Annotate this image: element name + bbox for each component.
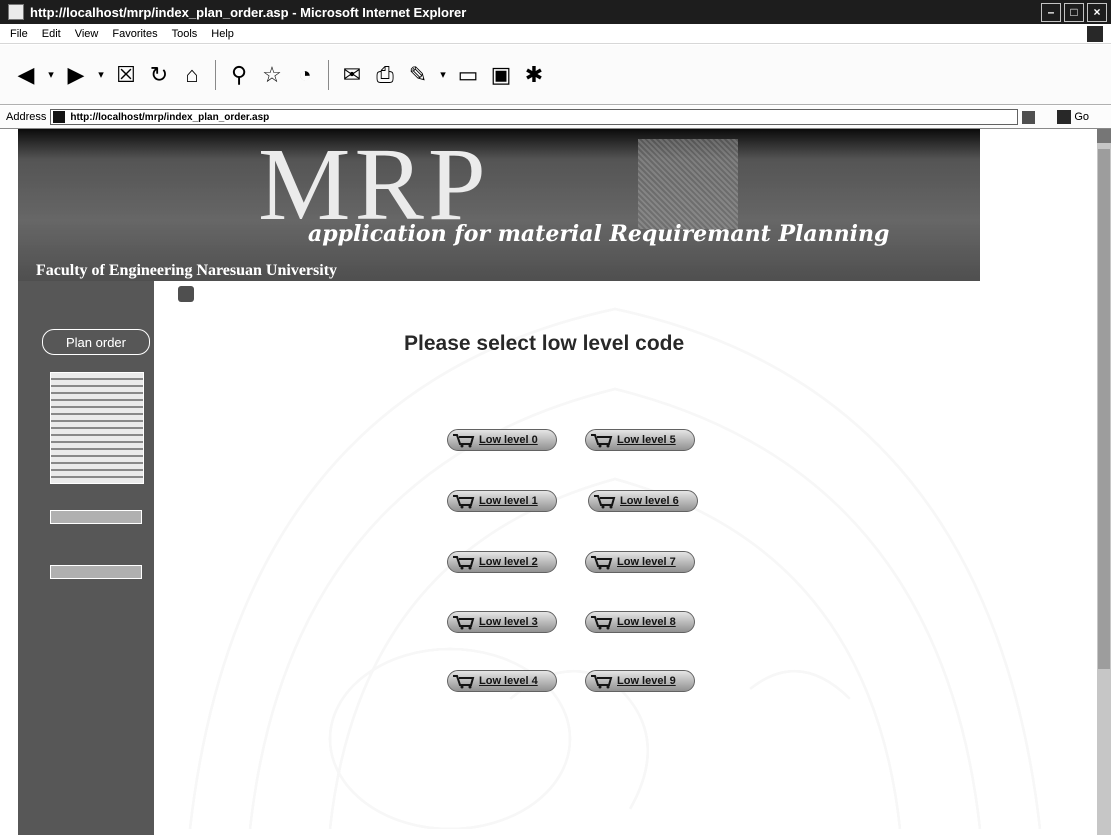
plan-order-button[interactable]: Plan order [42, 329, 150, 355]
favorites-icon[interactable]: ☆ [258, 61, 286, 89]
sidebar-link-1[interactable] [50, 510, 142, 524]
menu-bar: File Edit View Favorites Tools Help [0, 24, 1111, 44]
toolbar-separator [215, 59, 216, 90]
low-level-label: Low level 4 [479, 675, 538, 687]
discuss-icon[interactable]: ▭ [454, 61, 482, 89]
scroll-up-icon[interactable] [1097, 129, 1111, 143]
low-level-3-button[interactable]: Low level 3 [447, 611, 557, 633]
ie-icon [8, 4, 24, 20]
low-level-8-button[interactable]: Low level 8 [585, 611, 695, 633]
low-level-7-button[interactable]: Low level 7 [585, 551, 695, 573]
cart-icon [453, 434, 475, 448]
cart-icon [178, 286, 194, 302]
messenger-icon[interactable]: ✱ [520, 61, 548, 89]
address-dropdown-icon[interactable] [1022, 110, 1036, 124]
low-level-label: Low level 5 [617, 434, 676, 446]
refresh-icon[interactable]: ↻ [145, 61, 173, 89]
address-input[interactable]: http://localhost/mrp/index_plan_order.as… [50, 109, 1019, 125]
back-icon[interactable]: ◀ [12, 61, 40, 89]
sidebar: Plan order [18, 281, 154, 835]
cart-icon [453, 616, 475, 630]
low-level-1-button[interactable]: Low level 1 [447, 490, 557, 512]
window-title: http://localhost/mrp/index_plan_order.as… [30, 4, 467, 20]
search-icon[interactable]: ⚲ [225, 61, 253, 89]
go-arrow-icon[interactable] [1057, 110, 1072, 124]
close-button[interactable]: × [1087, 3, 1107, 22]
menu-tools[interactable]: Tools [172, 28, 198, 40]
menu-help[interactable]: Help [211, 28, 234, 40]
toolbar: ◀ ▾ ▶ ▾ ☒ ↻ ⌂ ⚲ ☆ ◔ ✉ ⎙ ✎ ▾ ▭ ▣ ✱ [0, 45, 1111, 105]
window-titlebar: http://localhost/mrp/index_plan_order.as… [0, 0, 1111, 24]
cart-icon [591, 675, 613, 689]
low-level-label: Low level 7 [617, 556, 676, 568]
address-bar: Address http://localhost/mrp/index_plan_… [0, 106, 1111, 129]
low-level-2-button[interactable]: Low level 2 [447, 551, 557, 573]
low-level-label: Low level 9 [617, 675, 676, 687]
low-level-0-button[interactable]: Low level 0 [447, 429, 557, 451]
scroll-thumb[interactable] [1098, 149, 1110, 669]
low-level-label: Low level 2 [479, 556, 538, 568]
low-level-label: Low level 3 [479, 616, 538, 628]
low-level-label: Low level 1 [479, 495, 538, 507]
page-viewport: MRP application for material Requiremant… [0, 129, 1111, 835]
cart-icon [591, 556, 613, 570]
vertical-scrollbar[interactable] [1097, 129, 1111, 835]
low-level-5-button[interactable]: Low level 5 [585, 429, 695, 451]
maximize-button[interactable]: □ [1064, 3, 1084, 22]
history-icon[interactable]: ◔ [291, 61, 319, 89]
cart-icon [591, 434, 613, 448]
faculty-name: Faculty of Engineering Naresuan Universi… [36, 262, 338, 279]
low-level-9-button[interactable]: Low level 9 [585, 670, 695, 692]
banner-tagline: application for material Requiremant Pla… [308, 221, 890, 247]
low-level-6-button[interactable]: Low level 6 [588, 490, 698, 512]
toolbar-separator [328, 59, 329, 90]
go-button[interactable]: Go [1074, 111, 1089, 123]
cart-icon [591, 616, 613, 630]
page-heading: Please select low level code [404, 332, 685, 355]
cart-icon [453, 495, 475, 509]
site-banner: MRP application for material Requiremant… [18, 129, 980, 281]
menu-edit[interactable]: Edit [42, 28, 61, 40]
low-level-4-button[interactable]: Low level 4 [447, 670, 557, 692]
forward-dropdown-icon[interactable]: ▾ [95, 61, 107, 89]
home-icon[interactable]: ⌂ [178, 61, 206, 89]
menu-favorites[interactable]: Favorites [112, 28, 157, 40]
banner-texture [638, 139, 738, 229]
edit-icon[interactable]: ✎ [404, 61, 432, 89]
mail-icon[interactable]: ✉ [338, 61, 366, 89]
page-icon [53, 111, 66, 123]
low-level-label: Low level 6 [620, 495, 679, 507]
edit-dropdown-icon[interactable]: ▾ [437, 61, 449, 89]
research-icon[interactable]: ▣ [487, 61, 515, 89]
sidebar-link-2[interactable] [50, 565, 142, 579]
low-level-label: Low level 8 [617, 616, 676, 628]
cart-icon [594, 495, 616, 509]
cart-icon [453, 556, 475, 570]
sidebar-table-thumbnail[interactable] [50, 372, 144, 484]
back-dropdown-icon[interactable]: ▾ [45, 61, 57, 89]
address-url: http://localhost/mrp/index_plan_order.as… [70, 111, 270, 123]
print-icon[interactable]: ⎙ [371, 61, 399, 89]
minimize-button[interactable]: – [1041, 3, 1061, 22]
address-label: Address [6, 111, 47, 123]
cart-icon [453, 675, 475, 689]
stop-icon[interactable]: ☒ [112, 61, 140, 89]
forward-icon[interactable]: ▶ [62, 61, 90, 89]
menu-file[interactable]: File [10, 28, 28, 40]
windows-logo-icon [1087, 26, 1103, 42]
low-level-label: Low level 0 [479, 434, 538, 446]
menu-view[interactable]: View [75, 28, 99, 40]
